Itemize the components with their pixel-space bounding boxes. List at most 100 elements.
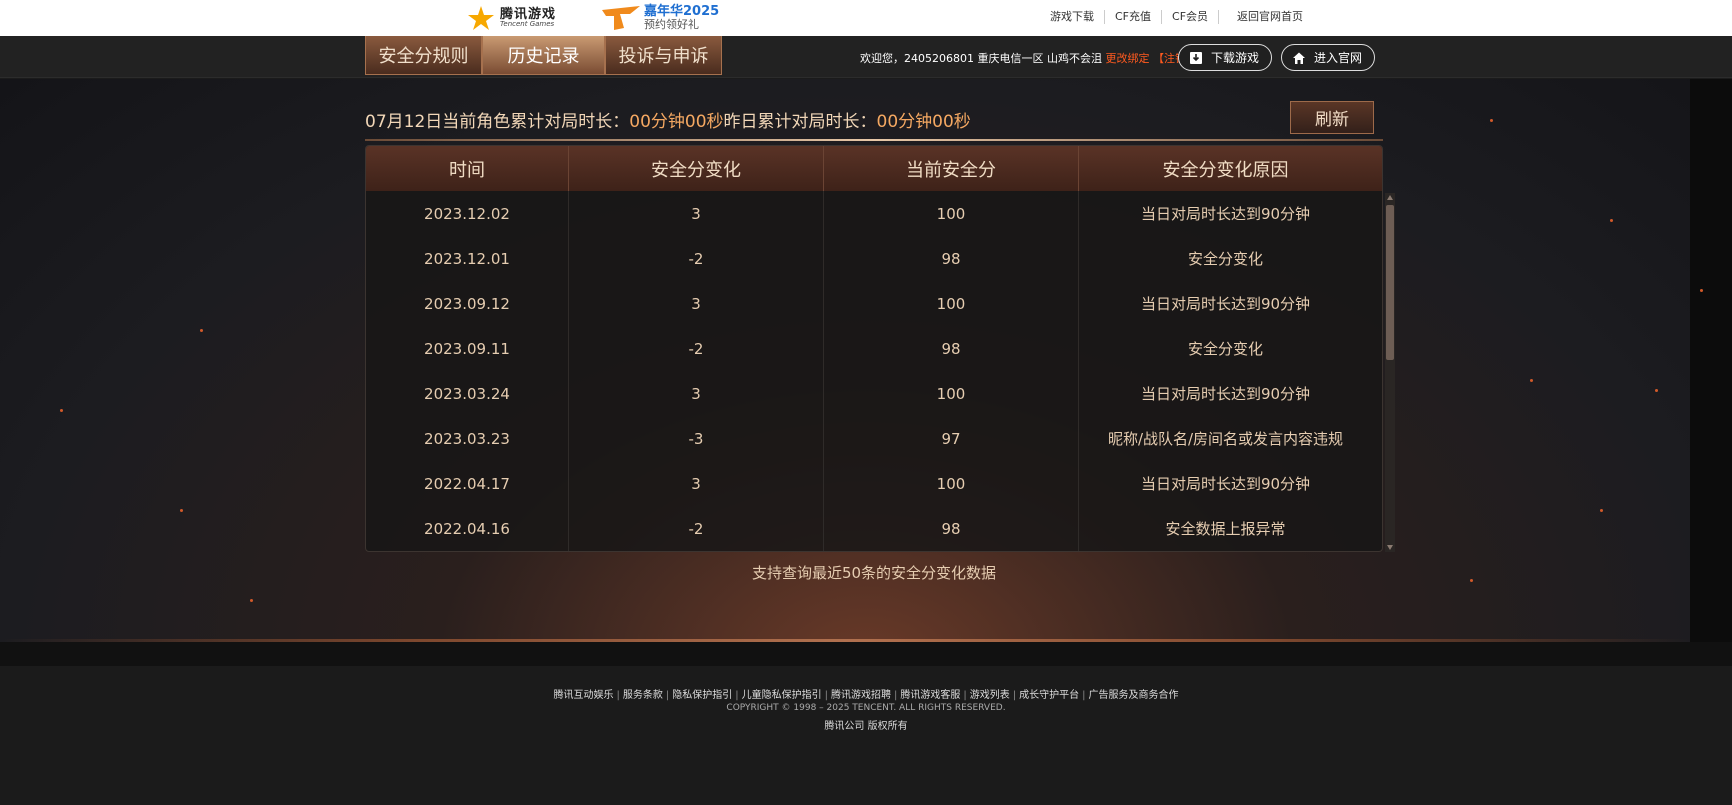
divider (365, 139, 1383, 141)
cell-time: 2022.04.16 (366, 506, 569, 551)
tab-history[interactable]: 历史记录 (482, 36, 605, 75)
cell-score-change: -3 (569, 416, 824, 461)
footer-link[interactable]: 广告服务及商务合作 (1086, 690, 1182, 701)
spark-decor (1490, 119, 1493, 122)
bottom-strip (0, 642, 1732, 666)
cell-reason: 当日对局时长达到90分钟 (1140, 295, 1311, 313)
spark-decor (1655, 389, 1658, 392)
footer-link[interactable]: 腾讯互动娱乐 (551, 690, 617, 701)
cell-reason: 昵称/战队名/房间名或发言内容违规 (1107, 430, 1344, 448)
top-bar: 腾讯游戏 Tencent Games 嘉年华2025 预约领好礼 游戏下载 CF… (0, 0, 1732, 36)
query-note: 支持查询最近50条的安全分变化数据 (751, 564, 997, 582)
welcome-text: 欢迎您，2405206801 重庆电信一区 山鸡不会沮 更改绑定 【注销】 (860, 50, 1197, 66)
table-header: 时间 安全分变化 当前安全分 安全分变化原因 (366, 146, 1382, 191)
top-links: 游戏下载 CF充值 CF会员 返回官网首页 (1040, 10, 1313, 24)
yesterday-label: 昨日累计对局时长： (723, 112, 877, 132)
footer-link[interactable]: 游戏列表 (967, 690, 1013, 701)
footer-link[interactable]: 儿童隐私保护指引 (739, 690, 825, 701)
cell-score-change: -2 (569, 506, 824, 551)
play-time-stats: 07月12日当前角色累计对局时长：00分钟00秒昨日累计对局时长：00分钟00秒 (365, 107, 971, 132)
cf-carnival-sub: 预约领好礼 (644, 18, 699, 32)
change-binding-link[interactable]: 更改绑定 (1105, 52, 1149, 65)
cell-time: 2023.09.12 (366, 281, 569, 326)
cell-current-score: 97 (824, 416, 1079, 461)
cell-current-score: 98 (824, 506, 1079, 551)
header-score-change: 安全分变化 (569, 146, 824, 191)
tab-complaint[interactable]: 投诉与申诉 (605, 36, 722, 75)
enter-official-button[interactable]: 进入官网 (1281, 44, 1376, 71)
spark-decor (180, 509, 183, 512)
spark-decor (60, 409, 63, 412)
cell-reason: 安全分变化 (1187, 340, 1263, 358)
spark-decor (1700, 289, 1703, 292)
cell-current-score: 100 (824, 371, 1079, 416)
cell-score-change: 3 (569, 281, 824, 326)
cell-time: 2023.12.01 (366, 236, 569, 281)
footer: 腾讯互动娱乐 | 服务条款 | 隐私保护指引 | 儿童隐私保护指引 | 腾讯游戏招聘 | 腾讯游戏客… (0, 666, 1732, 805)
tab-safety-rules[interactable]: 安全分规则 (365, 36, 482, 75)
cell-reason: 当日对局时长达到90分钟 (1140, 385, 1311, 403)
link-back-home[interactable]: 返回官网首页 (1227, 10, 1313, 24)
link-game-download[interactable]: 游戏下载 (1040, 10, 1105, 24)
spark-decor (1530, 379, 1533, 382)
cell-time: 2023.03.23 (366, 416, 569, 461)
scroll-down-arrow[interactable] (1387, 545, 1393, 550)
download-game-label: 下载游戏 (1211, 51, 1260, 65)
table-row: 2023.09.12 3 100 当日对局时长达到90分钟 (366, 281, 1382, 326)
cell-current-score: 98 (824, 326, 1079, 371)
scroll-up-arrow[interactable] (1387, 195, 1393, 200)
cell-time: 2023.09.11 (366, 326, 569, 371)
tencent-star-icon (466, 4, 496, 32)
footer-link[interactable]: 成长守护平台 (1016, 690, 1082, 701)
footer-link[interactable]: 服务条款 (620, 690, 666, 701)
cf-carnival-logo[interactable]: 嘉年华2025 预约领好礼 (600, 3, 719, 33)
cell-reason: 当日对局时长达到90分钟 (1140, 475, 1311, 493)
table-scrollbar[interactable] (1385, 193, 1395, 552)
header-reason: 安全分变化原因 (1162, 159, 1289, 181)
link-cf-recharge[interactable]: CF充值 (1105, 10, 1163, 24)
scroll-thumb[interactable] (1386, 205, 1394, 360)
welcome-user: 欢迎您，2405206801 重庆电信一区 山鸡不会沮 (860, 52, 1102, 65)
footer-link[interactable]: 腾讯游戏招聘 (828, 690, 894, 701)
cell-time: 2022.04.17 (366, 461, 569, 506)
spark-decor (250, 599, 253, 602)
right-edge (1690, 79, 1732, 666)
download-game-button[interactable]: 下载游戏 (1178, 44, 1273, 71)
home-icon (1292, 51, 1306, 65)
corp-rights: 腾讯公司 版权所有 (824, 721, 908, 732)
tencent-games-logo[interactable]: 腾讯游戏 Tencent Games (466, 4, 556, 32)
yesterday-value: 00分钟00秒 (876, 112, 971, 132)
cell-score-change: 3 (569, 191, 824, 236)
enter-official-label: 进入官网 (1314, 51, 1363, 65)
cell-time: 2023.12.02 (366, 191, 569, 236)
table-row: 2022.04.17 3 100 当日对局时长达到90分钟 (366, 461, 1382, 506)
header-current-score: 当前安全分 (824, 146, 1079, 191)
table-body: 2023.12.02 3 100 当日对局时长达到90分钟 2023.12.01 -2 98… (366, 191, 1382, 551)
tencent-logo-en: Tencent Games (500, 20, 555, 28)
cell-score-change: 3 (569, 461, 824, 506)
cell-score-change: -2 (569, 326, 824, 371)
cell-score-change: -2 (569, 236, 824, 281)
history-table: 时间 安全分变化 当前安全分 安全分变化原因 2023.12.02 3 100 当日对… (365, 145, 1383, 552)
spark-decor (1610, 219, 1613, 222)
nav-bar: 安全分规则 历史记录 投诉与申诉 欢迎您，2405206801 重庆电信一区 山… (0, 36, 1732, 78)
table-row: 2023.12.01 -2 98 安全分变化 (366, 236, 1382, 281)
link-cf-member[interactable]: CF会员 (1162, 10, 1220, 24)
table-row: 2023.12.02 3 100 当日对局时长达到90分钟 (366, 191, 1382, 236)
copyright: COPYRIGHT © 1998 – 2025 TENCENT. ALL RIG… (726, 703, 1006, 713)
footer-link[interactable]: 腾讯游戏客服 (897, 690, 963, 701)
cell-reason: 安全数据上报异常 (1165, 520, 1286, 538)
header-time: 时间 (366, 146, 569, 191)
spark-decor (200, 329, 203, 332)
cell-current-score: 100 (824, 191, 1079, 236)
tab-group: 安全分规则 历史记录 投诉与申诉 (365, 36, 722, 75)
footer-links: 腾讯互动娱乐 | 服务条款 | 隐私保护指引 | 儿童隐私保护指引 | 腾讯游戏招聘 | 腾讯游戏客… (0, 686, 1732, 701)
cell-current-score: 98 (824, 236, 1079, 281)
footer-separator: | (1082, 690, 1086, 701)
today-value: 00分钟00秒 (629, 112, 724, 132)
table-row: 2023.09.11 -2 98 安全分变化 (366, 326, 1382, 371)
footer-link[interactable]: 隐私保护指引 (669, 690, 735, 701)
main-content: 07月12日当前角色累计对局时长：00分钟00秒昨日累计对局时长：00分钟00秒… (0, 79, 1732, 666)
refresh-button[interactable]: 刷新 (1290, 101, 1374, 134)
cf-wing-icon (600, 4, 642, 32)
